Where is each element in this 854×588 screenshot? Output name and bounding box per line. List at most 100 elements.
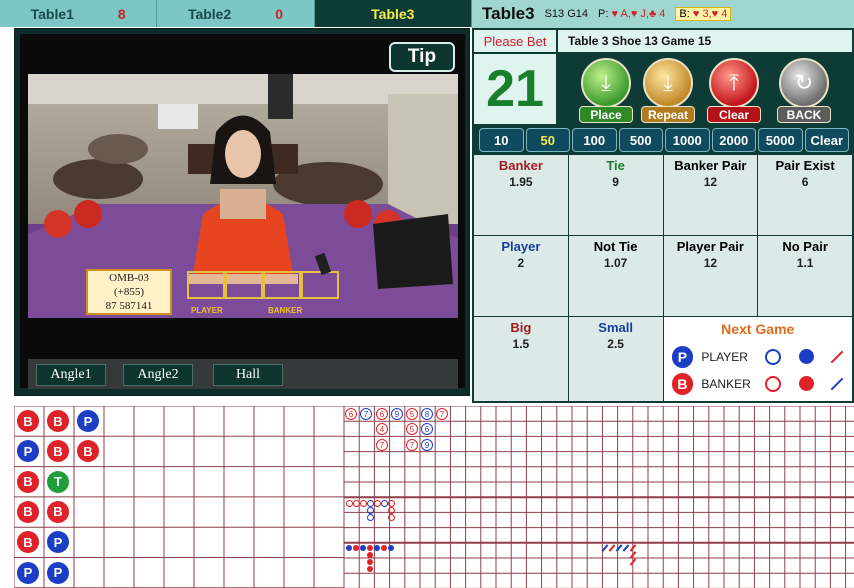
bet-player[interactable]: Player 2: [474, 236, 568, 316]
bet-name: Not Tie: [593, 239, 638, 254]
big-road-ring-icon: [765, 348, 782, 365]
clear-button[interactable]: ⤒ Clear: [706, 58, 762, 124]
bet-odds: 1.95: [509, 175, 533, 189]
chip-5000[interactable]: 5000: [758, 128, 803, 152]
big-eye-marker: [360, 500, 367, 507]
bet-odds: 1.5: [512, 337, 530, 351]
big-eye-marker: [367, 514, 374, 521]
player-cards-value: ♥ A,♥ J,♣ 4: [611, 8, 666, 20]
cockroach-slash-icon: #next-game .ng-row:nth-of-type(2) .slash…: [830, 350, 844, 364]
bead-road: BBPPBBBTBBBPPP: [14, 406, 344, 588]
please-bet-status: Please Bet: [474, 30, 556, 52]
small-road-marker: [367, 552, 373, 558]
angle1-button[interactable]: Angle1: [36, 364, 106, 386]
bet-no-pair[interactable]: No Pair 1.1: [758, 236, 852, 316]
big-road-marker: 4: [376, 423, 388, 435]
bet-name: Small: [598, 320, 633, 335]
chip-500[interactable]: 500: [618, 128, 663, 152]
player-table-label: PLAYER: [191, 306, 223, 315]
small-road-marker: [367, 566, 373, 572]
bead-result: B: [17, 470, 39, 493]
chip-10[interactable]: 10: [479, 128, 524, 152]
big-eye-marker: [388, 514, 395, 521]
bead-result: B: [17, 500, 39, 523]
shoe-game-label: S13 G14: [544, 8, 589, 20]
chip-2000[interactable]: 2000: [711, 128, 756, 152]
player-cards: P: ♥ A,♥ J,♣ 4: [598, 8, 665, 20]
big-road-marker: 6: [376, 408, 388, 420]
tip-button[interactable]: Tip: [389, 42, 455, 72]
small-road-marker: [374, 545, 380, 551]
big-eye-marker: [374, 500, 381, 507]
small-road-marker: [353, 545, 359, 551]
chip-50[interactable]: 50: [525, 128, 570, 152]
big-eye-marker: [388, 507, 395, 514]
next-game-predictor: Next Game P PLAYER #next-game .ng-row:nt…: [663, 317, 852, 401]
bet-banker-pair[interactable]: Banker Pair 12: [663, 155, 758, 235]
chip-selector: 10 50 100 500 1000 2000 5000 Clear: [479, 128, 849, 152]
bet-odds: 6: [801, 175, 809, 189]
bead-result: P: [77, 410, 99, 432]
chip-1000[interactable]: 1000: [665, 128, 710, 152]
back-button[interactable]: ↻ BACK: [776, 58, 832, 124]
small-road-marker: [360, 545, 366, 551]
big-road-marker: 8: [421, 408, 433, 420]
status-row: Please Bet Table 3 Shoe 13 Game 15: [474, 30, 852, 52]
big-road-marker: 7: [406, 439, 418, 451]
card-line: 87 587141: [105, 300, 153, 312]
small-road-marker: [388, 545, 394, 551]
hall-button[interactable]: Hall: [213, 364, 283, 386]
big-eye-marker: [346, 500, 353, 507]
tab-table1[interactable]: Table1 8: [0, 0, 158, 27]
player-cards-label: P:: [598, 8, 609, 20]
place-button[interactable]: ⤓ Place: [578, 58, 634, 124]
tab-label: Table2: [187, 5, 232, 22]
chip-clear[interactable]: Clear: [804, 128, 849, 152]
clear-label: Clear: [707, 106, 761, 123]
back-label: BACK: [777, 106, 831, 123]
banker-cards-value: ♥ 3,♥ 4: [692, 8, 728, 20]
small-road-marker: [367, 545, 373, 551]
bet-odds: 1.1: [796, 256, 814, 270]
big-eye-marker: [353, 500, 360, 507]
bet-name: Banker: [498, 158, 543, 173]
table-tabs: Table1 8 Table2 0 Table3: [0, 0, 472, 27]
banker-label: BANKER: [701, 376, 751, 391]
camera-angle-bar: Angle1 Angle2 Hall: [28, 359, 458, 389]
repeat-button[interactable]: ⤓ Repeat: [640, 58, 696, 124]
angle2-button[interactable]: Angle2: [123, 364, 193, 386]
countdown-timer: 21: [474, 54, 556, 124]
live-video-stream: OMB-03 (+855) 87 587141 PLAYER BANKER: [28, 74, 458, 318]
big-road-board: 6 7 6 4 7 9 5 5 7 8 6 9 7: [344, 406, 854, 588]
next-game-banker-row[interactable]: B BANKER #next-game .ng-row:nth-of-type(…: [671, 370, 845, 397]
bet-options-grid: Banker 1.95 Tie 9 Banker Pair 12 Pair Exist…: [474, 155, 852, 401]
next-game-player-row[interactable]: P PLAYER #next-game .ng-row:nth-of-type(…: [671, 343, 845, 370]
bet-big[interactable]: Big 1.5: [474, 317, 568, 401]
bet-player-pair[interactable]: Player Pair 12: [663, 236, 758, 316]
tab-table2[interactable]: Table2 0: [157, 0, 315, 27]
big-road-marker: 9: [391, 408, 403, 420]
card-line: OMB-03: [109, 272, 149, 284]
game-info: Table 3 Shoe 13 Game 15: [558, 30, 852, 52]
bet-odds: 12: [703, 256, 718, 270]
bet-banker[interactable]: Banker 1.95: [474, 155, 568, 235]
bet-tie[interactable]: Tie 9: [568, 155, 663, 235]
bet-odds: 9: [612, 175, 619, 189]
big-road-marker: 6: [421, 423, 433, 435]
bet-not-tie[interactable]: Not Tie 1.07: [568, 236, 663, 316]
player-badge: P: [671, 345, 694, 368]
cockroach-slash-icon: #next-game .ng-row:nth-of-type(3) .slash…: [830, 377, 844, 391]
repeat-label: Repeat: [641, 106, 695, 123]
round-header: Table3 S13 G14 P: ♥ A,♥ J,♣ 4 B: ♥ 3,♥ 4: [472, 0, 854, 28]
bet-small[interactable]: Small 2.5: [568, 317, 663, 401]
tab-table3[interactable]: Table3: [314, 0, 472, 27]
repeat-icon: ⤓: [643, 58, 693, 108]
video-panel: Tip OMB-03 (+855) 87 587141 PLAYER BANKE…: [14, 28, 470, 396]
place-icon: ⤓: [581, 58, 631, 108]
back-icon: ↻: [779, 58, 829, 108]
small-road-dot-icon: [799, 349, 815, 364]
chip-100[interactable]: 100: [572, 128, 617, 152]
bead-result: T: [47, 470, 69, 493]
bet-pair-exist[interactable]: Pair Exist 6: [758, 155, 852, 235]
bet-odds: 12: [703, 175, 718, 189]
